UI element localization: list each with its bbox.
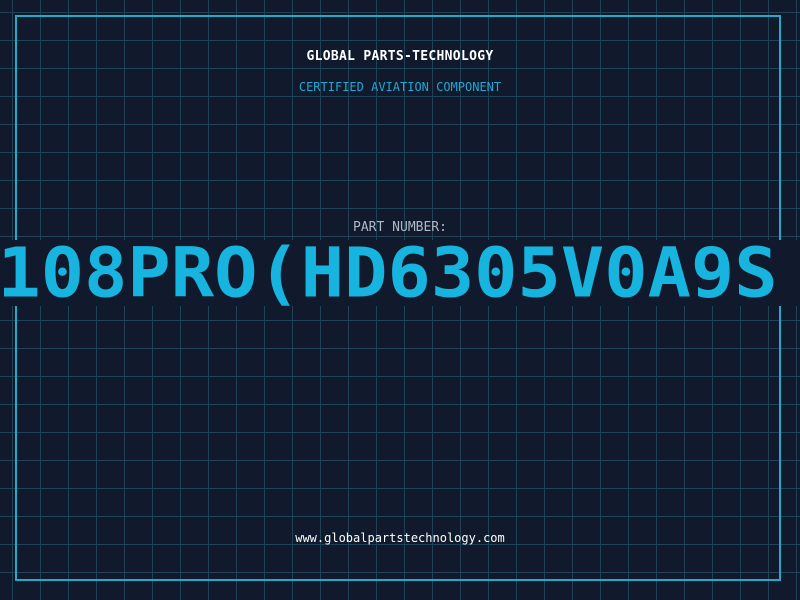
label-page: GLOBAL PARTS-TECHNOLOGY CERTIFIED AVIATI… [0,0,800,600]
part-number-value: T108PRO(HD6305V0A9S [0,240,778,306]
component-subtitle: CERTIFIED AVIATION COMPONENT [298,80,502,94]
part-number-label: PART NUMBER: [353,220,447,235]
website-url[interactable]: www.globalpartstechnology.com [0,531,800,545]
company-name: GLOBAL PARTS-TECHNOLOGY [306,49,494,64]
part-number-band: T108PRO(HD6305V0A9S [0,240,800,306]
